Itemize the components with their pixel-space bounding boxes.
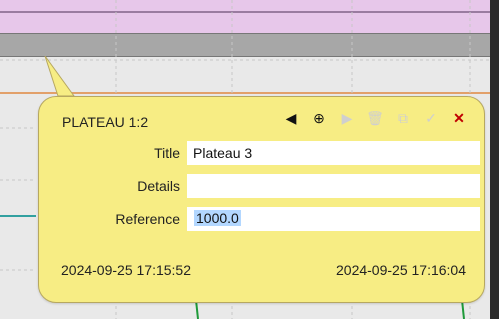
title-row: Title xyxy=(39,141,484,165)
details-label: Details xyxy=(137,178,180,194)
end-time: 2024-09-25 17:16:04 xyxy=(336,262,466,278)
details-input[interactable] xyxy=(187,174,480,198)
plateau-popup: PLATEAU 1:2 ◀ ⊕ ▶ 🗑 ⧉ ✓ ✕ Title Details … xyxy=(38,96,485,303)
crosshair-icon[interactable]: ⊕ xyxy=(310,109,328,127)
reference-selected-value: 1000.0 xyxy=(194,210,241,226)
previous-icon[interactable]: ◀ xyxy=(282,109,300,127)
right-edge xyxy=(490,0,499,319)
trash-icon[interactable]: 🗑 xyxy=(366,109,384,127)
reference-row: Reference 1000.0 xyxy=(39,207,484,231)
reference-label: Reference xyxy=(115,211,180,227)
close-icon[interactable]: ✕ xyxy=(450,109,468,127)
start-time: 2024-09-25 17:15:52 xyxy=(61,262,191,278)
popup-title: PLATEAU 1:2 xyxy=(62,114,149,130)
copy-icon[interactable]: ⧉ xyxy=(394,109,412,127)
time-range: 2024-09-25 17:15:52 2024-09-25 17:16:04 xyxy=(61,262,466,278)
popup-pointer xyxy=(44,56,75,97)
next-icon[interactable]: ▶ xyxy=(338,109,356,127)
popup-toolbar: ◀ ⊕ ▶ 🗑 ⧉ ✓ ✕ xyxy=(282,109,468,127)
details-row: Details xyxy=(39,174,484,198)
title-input[interactable] xyxy=(187,141,480,165)
checkmark-icon[interactable]: ✓ xyxy=(422,109,440,127)
title-label: Title xyxy=(154,145,180,161)
